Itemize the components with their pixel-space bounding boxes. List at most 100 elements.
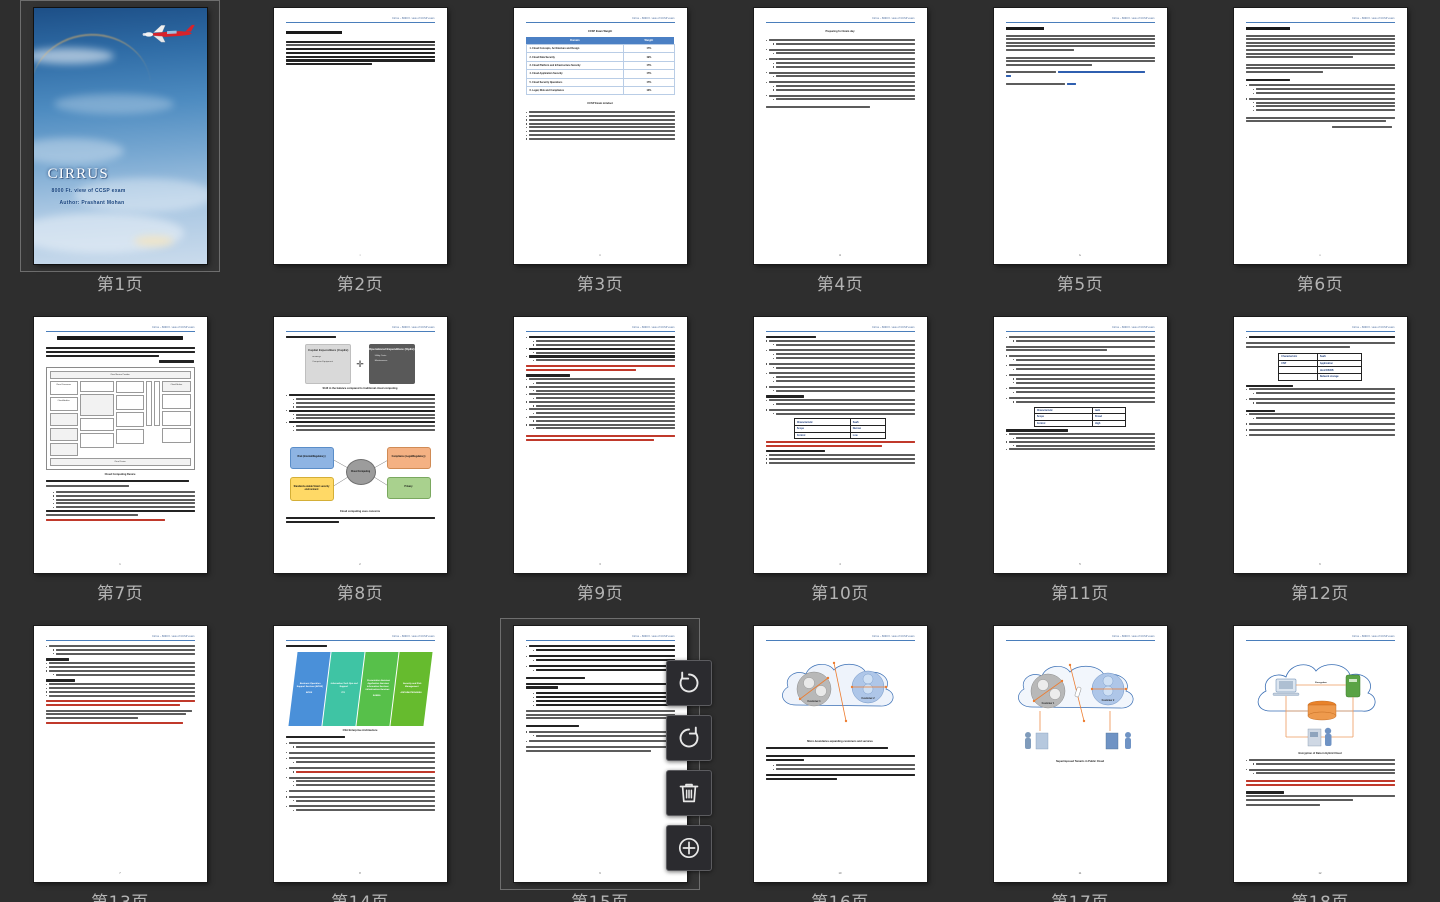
header-rule bbox=[525, 640, 675, 641]
page-canvas-1[interactable]: CIRRUS 8000 Ft. view of CCSP exam Author… bbox=[33, 8, 207, 264]
page-thumbnail-17[interactable]: Cirrus – 8000 ft. view of CCSP exam Cust… bbox=[980, 618, 1180, 890]
running-header: Cirrus – 8000 ft. view of CCSP exam bbox=[632, 17, 675, 20]
page-caption: 第2页 bbox=[336, 275, 384, 295]
page-canvas-6[interactable]: Cirrus – 8000 ft. view of CCSP exam v bbox=[1233, 8, 1407, 264]
page-cell[interactable]: Cirrus – 8000 ft. view of CCSP exam Busi… bbox=[240, 618, 480, 902]
page-thumbnail-10[interactable]: Cirrus – 8000 ft. view of CCSP exam Char… bbox=[740, 309, 940, 581]
section-heading: Preparing for Exam day bbox=[825, 30, 855, 33]
rotate-clockwise-icon bbox=[679, 726, 699, 748]
page-canvas-11[interactable]: Cirrus – 8000 ft. view of CCSP exam Char… bbox=[993, 317, 1167, 573]
capex-opex-diagram: Capital Expenditure (CapEx) Buildings Co… bbox=[286, 344, 435, 385]
page-cell[interactable]: Cirrus – 8000 ft. view of CCSP exam CCSP… bbox=[480, 0, 720, 309]
table-row: 3. Cloud Platform and Infrastructure Sec… bbox=[525, 60, 675, 71]
page-cell[interactable]: Cirrus – 8000 ft. view of CCSP exam bbox=[960, 309, 1200, 618]
section-heading bbox=[1245, 27, 1291, 30]
figure-caption: Micro-boundaries expanding customers and… bbox=[807, 740, 873, 743]
trash-icon bbox=[679, 783, 699, 803]
page-canvas-15[interactable]: Cirrus – 8000 ft. view of CCSP exam 9 bbox=[513, 626, 687, 882]
page-cell[interactable]: Cirrus – 8000 ft. view of CCSP exam bbox=[720, 309, 960, 618]
page-cell[interactable]: Cirrus – 8000 ft. view of CCSP exam bbox=[240, 0, 480, 309]
page-canvas-16[interactable]: Cirrus – 8000 ft. view of CCSP exam Cust… bbox=[753, 626, 927, 882]
page-cell[interactable]: CIRRUS 8000 Ft. view of CCSP exam Author… bbox=[0, 0, 240, 309]
section-heading bbox=[765, 336, 817, 339]
running-header: Cirrus – 8000 ft. view of CCSP exam bbox=[152, 635, 195, 638]
page-cell[interactable]: Cirrus – 8000 ft. view of CCSP exam bbox=[0, 618, 240, 902]
page-thumbnail-18[interactable]: Cirrus – 8000 ft. view of CCSP exam Encr… bbox=[1220, 618, 1420, 890]
page-caption: 第5页 bbox=[1056, 275, 1104, 295]
page-thumbnail-2[interactable]: Cirrus – 8000 ft. view of CCSP exam i bbox=[260, 0, 460, 272]
page-caption: 第12页 bbox=[1291, 584, 1349, 604]
page-thumbnail-12[interactable]: Cirrus – 8000 ft. view of CCSP exam Char… bbox=[1220, 309, 1420, 581]
page-thumbnail-4[interactable]: Cirrus – 8000 ft. view of CCSP exam Prep… bbox=[740, 0, 940, 272]
header-rule bbox=[525, 22, 675, 23]
header-rule bbox=[765, 640, 915, 641]
page-canvas-9[interactable]: Cirrus – 8000 ft. view of CCSP exam 3 bbox=[513, 317, 687, 573]
page-number: iii bbox=[839, 254, 841, 257]
rotate-left-button[interactable] bbox=[666, 660, 712, 706]
page-canvas-5[interactable]: Cirrus – 8000 ft. view of CCSP exam iv bbox=[993, 8, 1167, 264]
sub-heading bbox=[1245, 791, 1285, 794]
page-canvas-14[interactable]: Cirrus – 8000 ft. view of CCSP exam Busi… bbox=[273, 626, 447, 882]
page-caption: 第3页 bbox=[576, 275, 624, 295]
page-canvas-7[interactable]: Cirrus – 8000 ft. view of CCSP exam Clou… bbox=[33, 317, 207, 573]
page-thumbnail-3[interactable]: Cirrus – 8000 ft. view of CCSP exam CCSP… bbox=[500, 0, 700, 272]
page-thumbnail-8[interactable]: Cirrus – 8000 ft. view of CCSP exam Capi… bbox=[260, 309, 460, 581]
header-rule bbox=[765, 331, 915, 332]
page-cell[interactable]: Cirrus – 8000 ft. view of CCSP exam Capi… bbox=[240, 309, 480, 618]
header-rule bbox=[1245, 640, 1395, 641]
page-cell[interactable]: Cirrus – 8000 ft. view of CCSP exam bbox=[960, 0, 1200, 309]
page-caption: 第7页 bbox=[96, 584, 144, 604]
page-thumbnail-6[interactable]: Cirrus – 8000 ft. view of CCSP exam v bbox=[1220, 0, 1420, 272]
page-thumbnail-11[interactable]: Cirrus – 8000 ft. view of CCSP exam Char… bbox=[980, 309, 1180, 581]
sub-heading: CCSP Exam mindset bbox=[587, 102, 613, 106]
page-thumbnail-1[interactable]: CIRRUS 8000 Ft. view of CCSP exam Author… bbox=[20, 0, 220, 272]
page-number: 7 bbox=[119, 872, 121, 875]
running-header: Cirrus – 8000 ft. view of CCSP exam bbox=[632, 635, 675, 638]
page-canvas-10[interactable]: Cirrus – 8000 ft. view of CCSP exam Char… bbox=[753, 317, 927, 573]
add-button[interactable] bbox=[666, 825, 712, 871]
opex-box: Operational Expenditure (OpEx) Utility C… bbox=[368, 344, 415, 385]
domain-heading bbox=[57, 336, 183, 340]
page-cell[interactable]: Cirrus – 8000 ft. view of CCSP exam Prep… bbox=[720, 0, 960, 309]
page-thumbnail-14[interactable]: Cirrus – 8000 ft. view of CCSP exam Busi… bbox=[260, 618, 460, 890]
page-number: 3 bbox=[599, 563, 601, 566]
page-thumbnail-13[interactable]: Cirrus – 8000 ft. view of CCSP exam 7 bbox=[20, 618, 220, 890]
col-domain: Domain bbox=[526, 37, 624, 45]
section-heading bbox=[1005, 27, 1045, 30]
page-thumbnail-5[interactable]: Cirrus – 8000 ft. view of CCSP exam iv bbox=[980, 0, 1180, 272]
header-rule bbox=[1005, 22, 1155, 23]
page-canvas-2[interactable]: Cirrus – 8000 ft. view of CCSP exam i bbox=[273, 8, 447, 264]
running-header: Cirrus – 8000 ft. view of CCSP exam bbox=[1112, 635, 1155, 638]
page-canvas-13[interactable]: Cirrus – 8000 ft. view of CCSP exam 7 bbox=[33, 626, 207, 882]
page-thumbnail-16[interactable]: Cirrus – 8000 ft. view of CCSP exam Cust… bbox=[740, 618, 940, 890]
toc-heading bbox=[285, 31, 343, 34]
page-cell[interactable]: Cirrus – 8000 ft. view of CCSP exam Cust… bbox=[720, 618, 960, 902]
rotate-right-button[interactable] bbox=[666, 715, 712, 761]
page-thumbnail-viewport[interactable]: CIRRUS 8000 Ft. view of CCSP exam Author… bbox=[0, 0, 1440, 902]
page-actions-toolbar[interactable] bbox=[666, 660, 712, 871]
page-caption: 第10页 bbox=[811, 584, 869, 604]
page-canvas-4[interactable]: Cirrus – 8000 ft. view of CCSP exam Prep… bbox=[753, 8, 927, 264]
airplane-illustration bbox=[141, 24, 195, 43]
page-thumbnail-9[interactable]: Cirrus – 8000 ft. view of CCSP exam 3 bbox=[500, 309, 700, 581]
page-cell[interactable]: Cirrus – 8000 ft. view of CCSP exam Cust… bbox=[960, 618, 1200, 902]
page-canvas-3[interactable]: Cirrus – 8000 ft. view of CCSP exam CCSP… bbox=[513, 8, 687, 264]
page-canvas-8[interactable]: Cirrus – 8000 ft. view of CCSP exam Capi… bbox=[273, 317, 447, 573]
cloud-illustration: Customer 1 Customer 2 bbox=[1017, 663, 1133, 750]
page-thumbnail-7[interactable]: Cirrus – 8000 ft. view of CCSP exam Clou… bbox=[20, 309, 220, 581]
header-rule bbox=[285, 331, 435, 332]
page-canvas-17[interactable]: Cirrus – 8000 ft. view of CCSP exam Cust… bbox=[993, 626, 1167, 882]
cloud-illustration: Customer 1 Customer 2 bbox=[781, 661, 893, 723]
page-cell[interactable]: Cirrus – 8000 ft. view of CCSP exam bbox=[480, 309, 720, 618]
page-cell[interactable]: Cirrus – 8000 ft. view of CCSP exam bbox=[1200, 618, 1440, 902]
page-cell[interactable]: Cirrus – 8000 ft. view of CCSP exam Clou… bbox=[0, 309, 240, 618]
table-row: 2. Cloud Data Security 19% bbox=[525, 52, 675, 62]
page-canvas-12[interactable]: Cirrus – 8000 ft. view of CCSP exam Char… bbox=[1233, 317, 1407, 573]
page-canvas-18[interactable]: Cirrus – 8000 ft. view of CCSP exam Encr… bbox=[1233, 626, 1407, 882]
page-cell[interactable]: Cirrus – 8000 ft. view of CCSP exam Char… bbox=[1200, 309, 1440, 618]
header-rule bbox=[1245, 22, 1395, 23]
page-cell[interactable]: Cirrus – 8000 ft. view of CCSP exam bbox=[1200, 0, 1440, 309]
delete-button[interactable] bbox=[666, 770, 712, 816]
plus-icon: ✛ bbox=[356, 358, 364, 369]
page-number: iv bbox=[1079, 254, 1081, 257]
